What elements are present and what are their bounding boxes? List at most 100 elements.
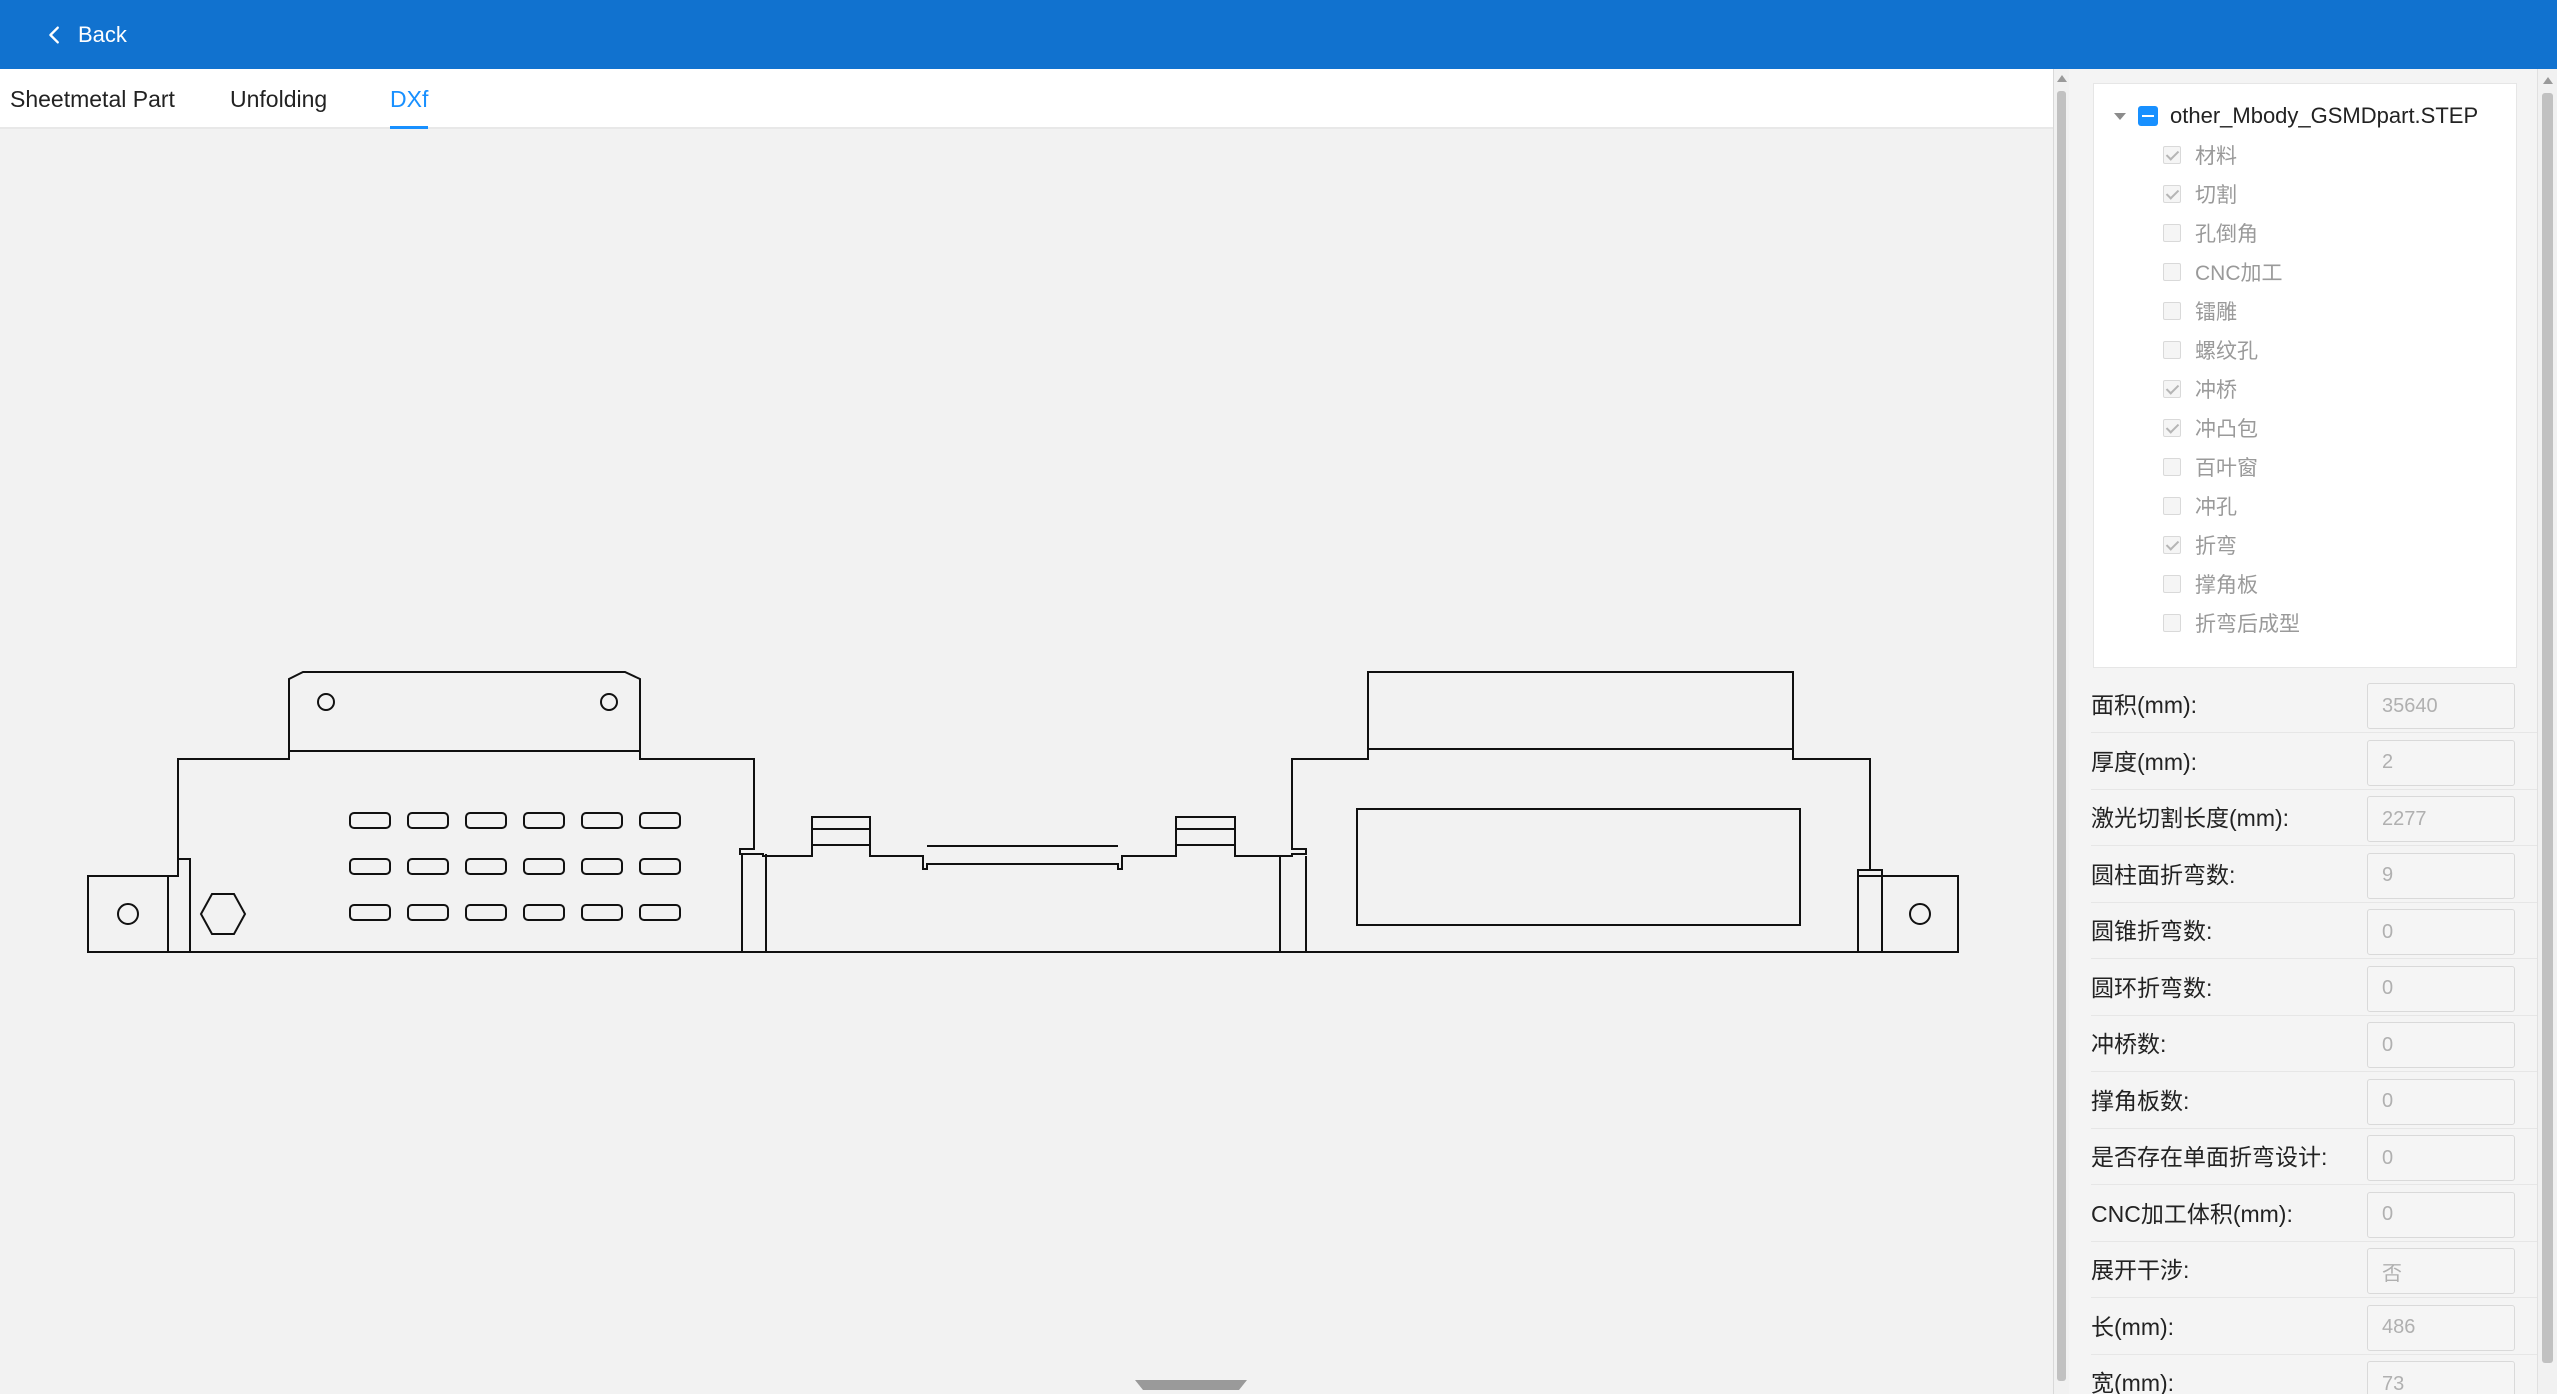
tree-item-checkbox[interactable]	[2163, 341, 2181, 359]
dxf-viewer-canvas[interactable]	[0, 129, 2053, 1394]
property-label: 圆柱面折弯数:	[2091, 861, 2236, 888]
tree-item-label: 材料	[2195, 145, 2237, 168]
property-row: 面积(mm):	[2091, 677, 2537, 733]
tree-item[interactable]: CNC加工	[2163, 256, 2283, 288]
hex-hole	[199, 893, 247, 935]
property-row: 冲桥数:	[2091, 1016, 2537, 1072]
tree-item[interactable]: 冲孔	[2163, 490, 2237, 522]
viewer-scrollbar-thumb[interactable]	[2057, 91, 2066, 1381]
tree-item-label: 切割	[2195, 184, 2237, 207]
right-cutout	[1356, 808, 1801, 926]
tree-item[interactable]: 冲桥	[2163, 373, 2237, 405]
tree-item-checkbox[interactable]	[2163, 302, 2181, 320]
tree-item-checkbox[interactable]	[2163, 263, 2181, 281]
tree-root[interactable]: other_Mbody_GSMDpart.STEP	[2114, 100, 2478, 132]
tree-item-label: 镭雕	[2195, 301, 2237, 324]
left-tab-fold	[167, 858, 191, 952]
tree-item[interactable]: 螺纹孔	[2163, 334, 2258, 366]
tree-item[interactable]: 折弯	[2163, 529, 2237, 561]
tree-item[interactable]: 折弯后成型	[2163, 607, 2300, 639]
property-row: 撑角板数:	[2091, 1073, 2537, 1129]
property-value-field[interactable]	[2367, 909, 2515, 955]
tree-item-label: CNC加工	[2195, 262, 2283, 285]
tree-item-checkbox[interactable]	[2163, 224, 2181, 242]
property-value-field[interactable]	[2367, 1078, 2515, 1125]
resize-handle[interactable]	[1135, 1380, 1247, 1394]
property-value-field[interactable]	[2367, 739, 2515, 786]
tree-item[interactable]: 撑角板	[2163, 568, 2258, 600]
tree-item-label: 撑角板	[2195, 574, 2258, 597]
back-button[interactable]: Back	[44, 18, 127, 52]
tree-item-checkbox[interactable]	[2163, 536, 2181, 554]
property-value-field[interactable]	[2367, 1361, 2515, 1394]
tree-item-checkbox[interactable]	[2163, 575, 2181, 593]
tree-item[interactable]: 孔倒角	[2163, 217, 2258, 249]
property-label: 面积(mm):	[2091, 692, 2198, 718]
tree-item[interactable]: 百叶窗	[2163, 451, 2258, 483]
right-bend-line	[1367, 748, 1794, 759]
property-row: 长(mm):	[2091, 1299, 2537, 1355]
property-value-field[interactable]	[2367, 796, 2515, 842]
chevron-left-icon	[49, 26, 59, 44]
upper-right-hole	[600, 693, 618, 711]
property-value-field[interactable]	[2367, 1022, 2515, 1068]
left-mount-hole	[117, 903, 139, 925]
property-label: CNC加工体积(mm):	[2091, 1200, 2293, 1227]
tree-item-checkbox[interactable]	[2163, 380, 2181, 398]
right-flange-joint	[1279, 856, 1307, 952]
property-row: 圆柱面折弯数:	[2091, 847, 2537, 903]
property-label: 圆环折弯数:	[2091, 974, 2213, 1001]
tree-item-label: 折弯	[2195, 535, 2237, 558]
right-tab-fold	[1857, 869, 1883, 952]
tree-item-checkbox[interactable]	[2163, 458, 2181, 476]
property-label: 圆锥折弯数:	[2091, 918, 2213, 944]
property-value-field[interactable]	[2367, 1304, 2515, 1351]
tree-item-label: 折弯后成型	[2195, 613, 2300, 636]
tab-unfolding[interactable]: Unfolding	[230, 69, 327, 129]
tree-item-label: 冲孔	[2195, 496, 2237, 519]
page-scrollbar-thumb[interactable]	[2542, 93, 2553, 1363]
scroll-up-arrow-icon[interactable]	[2543, 77, 2553, 84]
left-bend-line	[288, 750, 641, 759]
center-flap-a-lines	[812, 828, 870, 846]
tree-item[interactable]: 材料	[2163, 139, 2237, 171]
tree-item[interactable]: 冲凸包	[2163, 412, 2258, 444]
property-value-field[interactable]	[2367, 1248, 2515, 1294]
tree-root-checkbox[interactable]	[2138, 106, 2158, 126]
feature-tree: other_Mbody_GSMDpart.STEP 材料切割孔倒角 CNC加工镭雕…	[2093, 83, 2517, 668]
tree-item-checkbox[interactable]	[2163, 146, 2181, 164]
tree-item-checkbox[interactable]	[2163, 614, 2181, 632]
tree-item-label: 螺纹孔	[2195, 340, 2258, 363]
property-row: 展开干涉:	[2091, 1242, 2537, 1298]
caret-down-icon[interactable]	[2114, 112, 2126, 120]
tab-sheetmetal-part[interactable]: Sheetmetal Part	[10, 69, 175, 129]
tree-item-checkbox[interactable]	[2163, 419, 2181, 437]
tree-item-checkbox[interactable]	[2163, 185, 2181, 203]
property-value-field[interactable]	[2367, 965, 2515, 1012]
property-row: CNC加工体积(mm):	[2091, 1186, 2537, 1242]
viewer-scrollbar[interactable]	[2053, 69, 2069, 1394]
tree-item[interactable]: 切割	[2163, 178, 2237, 210]
property-label: 冲桥数:	[2091, 1031, 2167, 1057]
property-label: 宽(mm):	[2091, 1370, 2175, 1394]
property-value-field[interactable]	[2367, 852, 2515, 899]
tree-root-label: other_Mbody_GSMDpart.STEP	[2170, 103, 2479, 128]
tree-item-checkbox[interactable]	[2163, 497, 2181, 515]
property-row: 圆锥折弯数:	[2091, 903, 2537, 959]
tree-item-label: 百叶窗	[2195, 457, 2258, 480]
property-value-field[interactable]	[2367, 683, 2515, 729]
right-mount-hole	[1909, 903, 1931, 925]
property-row: 宽(mm):	[2091, 1355, 2537, 1394]
property-label: 长(mm):	[2091, 1313, 2175, 1340]
tree-item-label: 冲桥	[2195, 379, 2237, 402]
tree-item[interactable]: 镭雕	[2163, 295, 2237, 327]
slot-grid	[349, 812, 681, 921]
page-scrollbar[interactable]	[2537, 69, 2557, 1394]
scroll-up-arrow-icon[interactable]	[2057, 75, 2067, 82]
property-value-field[interactable]	[2367, 1135, 2515, 1181]
property-label: 撑角板数:	[2091, 1087, 2190, 1114]
tab-dxf[interactable]: DXf	[390, 69, 429, 129]
property-value-field[interactable]	[2367, 1191, 2515, 1238]
property-label: 展开干涉:	[2091, 1257, 2190, 1283]
property-row: 厚度(mm):	[2091, 734, 2537, 790]
